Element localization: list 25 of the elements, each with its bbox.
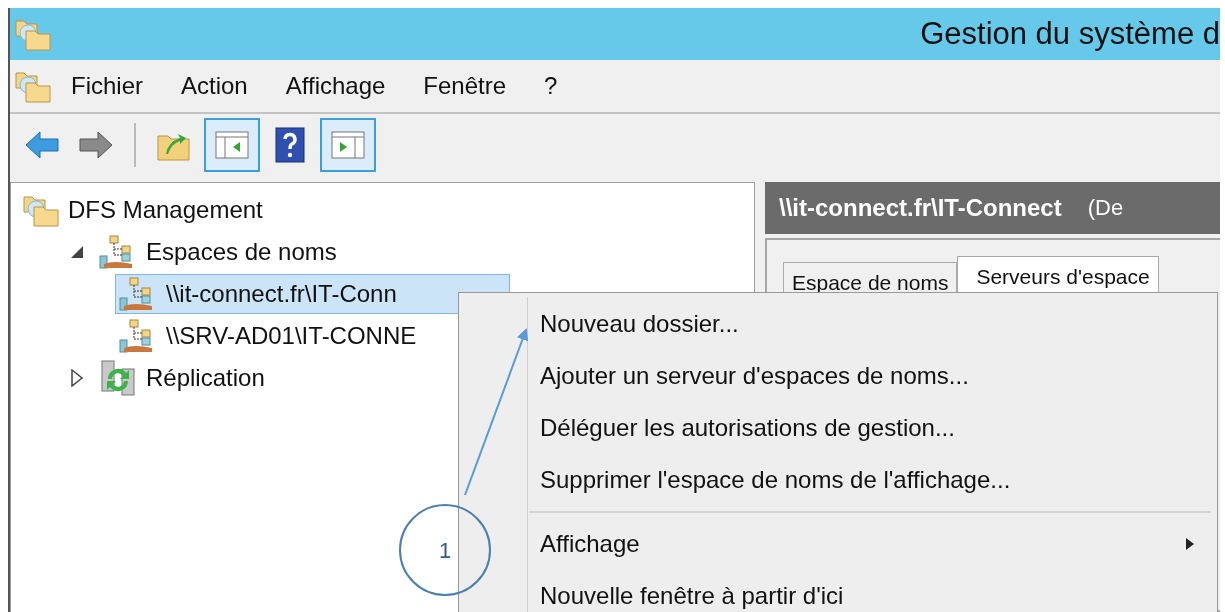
menu-item[interactable]: Affichage [459,518,1217,570]
details-subtitle: (De [1087,195,1124,221]
tree-item[interactable]: DFS Management [19,190,270,230]
folders-icon [22,193,60,227]
menu-item[interactable]: Ajouter un serveur d'espaces de noms... [459,350,1217,402]
app-menu-icon [14,69,52,103]
tree-item[interactable]: Espaces de noms [95,232,344,272]
app-icon [14,17,52,51]
tree-item[interactable]: \\SRV-AD01\IT-CONNE [115,316,424,356]
menu-item[interactable]: Nouvelle fenêtre à partir d'ici [459,570,1217,612]
tree-item[interactable]: \\it-connect.fr\IT-Conn [115,274,510,314]
menu-item[interactable]: Affichage [266,72,405,100]
action-pane-icon[interactable] [320,118,376,172]
annotation-number: 1 [439,538,452,564]
menu-item[interactable]: Action [162,72,267,100]
tree-pane-icon[interactable] [204,118,260,172]
details-title: \\it-connect.fr\IT-Connect [779,194,1062,222]
replication-icon [98,359,138,397]
menu-item[interactable]: ? [525,72,577,100]
menu-item[interactable]: Déléguer les autorisations de gestion... [459,402,1217,454]
menu-item[interactable]: Fichier [52,72,162,100]
window-title: Gestion du système d [920,16,1220,52]
menu-item[interactable]: Supprimer l'espace de noms de l'affichage... [459,454,1217,506]
menu-item[interactable]: Fenêtre [404,72,526,100]
tree-item[interactable]: Réplication [95,358,272,398]
